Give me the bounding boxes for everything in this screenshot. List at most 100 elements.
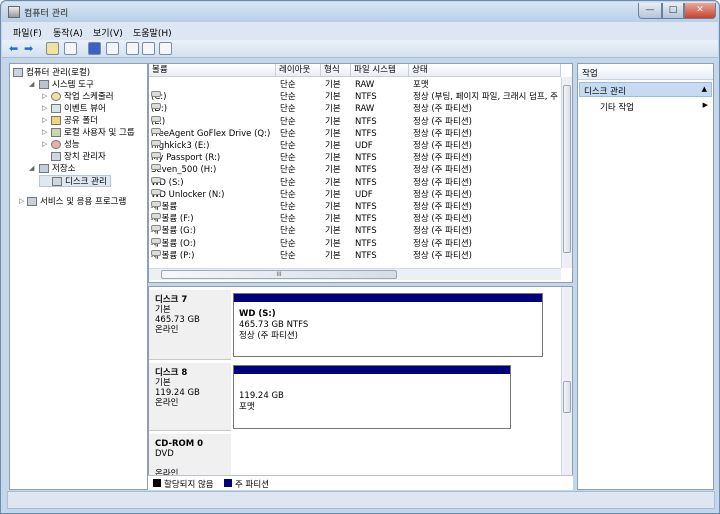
up-folder-icon[interactable] [46,42,59,55]
help-icon[interactable] [88,42,101,55]
tree-item-local-users[interactable]: 로컬 사용자 및 그룹 [51,127,135,139]
refresh-icon[interactable] [126,42,139,55]
table-row[interactable]: (C:) 단순 기본 NTFS 정상 (부팅, 페이지 파일, 크래시 덤프, 주 파티… [149,91,561,103]
table-cell: NTFS [355,250,407,262]
collapse-arrow-icon[interactable]: ◢ [29,80,34,88]
tree-item-root[interactable]: 컴퓨터 관리(로컬) [13,67,90,79]
tree-label: 시스템 도구 [52,80,94,90]
forward-arrow-icon[interactable]: ➡ [24,43,33,54]
drive-icon [151,201,161,207]
horizontal-scrollbar[interactable]: III [149,268,561,280]
maximize-button[interactable]: □ [662,3,684,19]
cell-text: RAW [355,104,375,115]
scroll-thumb[interactable]: III [161,270,397,279]
legend-unallocated: 할당되지 않음 [164,480,214,490]
submenu-arrow-icon: ▶ [702,101,708,109]
table-cell: highkick3 (E:) [151,140,276,152]
table-row[interactable]: 새 볼륨 (P:) 단순 기본 NTFS 정상 (주 파티션) [149,249,561,262]
expand-arrow-icon[interactable]: ▷ [42,92,47,100]
table-row[interactable]: highkick3 (E:) 단순 기본 UDF 정상 (주 파티션) [149,140,561,152]
scroll-thumb[interactable] [563,85,571,253]
column-header-file-system[interactable]: 파일 시스템 [351,64,409,77]
table-cell: My Passport (R:) [151,152,276,164]
table-row[interactable]: 새 볼륨 (G:) 단순 기본 NTFS 정상 (주 파티션) [149,225,561,237]
collapse-arrow-icon[interactable]: ◢ [29,164,34,172]
column-header-type[interactable]: 형식 [321,64,351,77]
cell-text: 기본 [325,128,341,139]
cell-text: 정상 (주 파티션) [413,214,472,225]
cell-text: 단순 [280,165,296,176]
disk-7-label[interactable]: 디스크 7 기본 465.73 GB 온라인 [149,290,231,360]
table-row[interactable]: 단순 기본 RAW 포맷 [149,79,561,91]
tree-item-task-scheduler[interactable]: 작업 스케줄러 [51,91,114,103]
clock-icon [51,92,61,101]
table-row[interactable]: Seven_500 (H:) 단순 기본 NTFS 정상 (주 파티션) [149,164,561,176]
expand-arrow-icon[interactable]: ▷ [19,197,24,205]
expand-arrow-icon[interactable]: ▷ [42,140,47,148]
table-row[interactable]: My Passport (R:) 단순 기본 NTFS 정상 (주 파티션) [149,152,561,164]
column-header-volume[interactable]: 볼륨 [149,64,276,77]
disk-state: 온라인 [155,398,179,408]
tree-label: 장치 관리자 [64,152,106,162]
column-header-layout[interactable]: 레이아웃 [276,64,321,77]
scroll-thumb[interactable] [563,381,571,413]
tree-item-device-manager[interactable]: 장치 관리자 [51,151,106,163]
cell-text: 정상 (주 파티션) [413,116,472,127]
vertical-scrollbar[interactable] [561,77,572,268]
export-list-icon[interactable] [159,42,172,55]
disk-type: 기본 [155,378,171,388]
table-cell: 단순 [280,177,322,189]
tree-item-storage[interactable]: 저장소 [39,163,75,175]
shared-folder-icon [51,116,61,125]
menu-help[interactable]: 도움말(H) [133,26,172,39]
table-row[interactable]: 새 볼륨 (F:) 단순 기본 NTFS 정상 (주 파티션) [149,213,561,225]
actions-section-disk-management[interactable]: 디스크 관리 ▲ [579,82,712,97]
column-header-status[interactable]: 상태 [409,64,561,77]
graph-vertical-scrollbar[interactable] [561,287,572,476]
table-row[interactable]: 새 볼륨 (O:) 단순 기본 NTFS 정상 (주 파티션) [149,237,561,250]
tree-item-system-tools[interactable]: 시스템 도구 [39,79,94,91]
table-row[interactable]: 새 볼륨 단순 기본 NTFS 정상 (주 파티션) [149,201,561,213]
tree-item-event-viewer[interactable]: 이벤트 뷰어 [51,103,106,115]
disk-size: 465.73 GB [155,315,200,325]
back-arrow-icon[interactable]: ⬅ [9,43,18,54]
table-row[interactable]: WD Unlocker (N:) 단순 기본 UDF 정상 (주 파티션) [149,188,561,201]
menu-action[interactable]: 동작(A) [53,26,83,39]
table-cell: 기본 [325,152,353,164]
actions-more[interactable]: 기타 작업 ▶ [600,101,712,114]
tree-item-disk-management[interactable]: 디스크 관리 [39,175,111,187]
table-cell: 단순 [280,250,322,262]
device-manager-icon [51,152,61,161]
show-hide-tree-icon[interactable] [64,42,77,55]
drive-icon [151,249,161,256]
table-row[interactable]: FreeAgent GoFlex Drive (Q:) 단순 기본 NTFS 정상 (주… [149,127,561,140]
partition-disk-8[interactable]: 119.24 GB 포맷 [233,365,511,429]
menu-view[interactable]: 보기(V) [93,26,123,39]
table-row[interactable]: (D:) 단순 기본 RAW 정상 (주 파티션) [149,103,561,115]
navigation-tree: 컴퓨터 관리(로컬) ◢ 시스템 도구 ▷ 작업 스케줄러 ▷ 이벤트 뷰어 ▷… [9,63,148,490]
close-button[interactable]: ✕ [684,3,716,19]
cell-text: 정상 (주 파티션) [413,238,472,249]
menu-file[interactable]: 파일(F) [13,26,42,39]
disk-8-label[interactable]: 디스크 8 기본 119.24 GB 온라인 [149,363,231,431]
drive-icon [151,213,161,220]
table-row[interactable]: WD (S:) 단순 기본 NTFS 정상 (주 파티션) [149,176,561,189]
cell-text: 정상 (주 파티션) [413,153,472,164]
expand-arrow-icon[interactable]: ▷ [42,116,47,124]
tree-item-shared-folders[interactable]: 공유 폴더 [51,115,98,127]
table-cell: NTFS [355,164,407,176]
partition-wd-s[interactable]: WD (S:) 465.73 GB NTFS 정상 (주 파티션) [233,293,543,357]
properties-icon[interactable] [142,42,155,55]
table-cell: 기본 [325,213,353,225]
collapse-up-icon[interactable]: ▲ [702,85,707,93]
expand-arrow-icon[interactable]: ▷ [42,128,47,136]
computer-management-icon [8,6,20,18]
expand-arrow-icon[interactable]: ▷ [42,104,47,112]
tree-item-services[interactable]: 서비스 및 응용 프로그램 [27,196,126,208]
table-row[interactable]: (L:) 단순 기본 NTFS 정상 (주 파티션) [149,115,561,128]
console-view-icon[interactable] [106,42,119,55]
actions-pane: 작업 디스크 관리 ▲ 기타 작업 ▶ [577,63,714,490]
table-cell: NTFS [355,91,407,103]
minimize-button[interactable]: — [638,3,662,19]
tree-item-performance[interactable]: 성능 [51,139,80,151]
